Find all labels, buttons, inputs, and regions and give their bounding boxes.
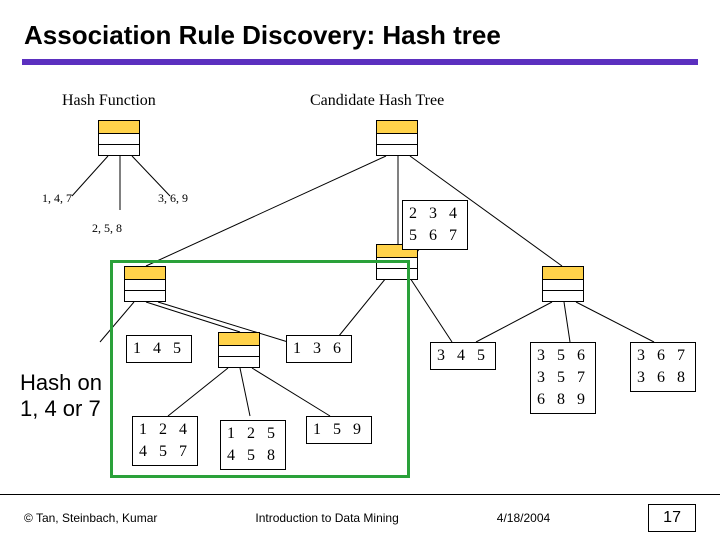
hash-on-label-2: 1, 4 or 7	[20, 396, 101, 422]
edge-label-258: 2, 5, 8	[92, 221, 122, 236]
candidate-tree-label: Candidate Hash Tree	[310, 92, 444, 110]
footer-bar: © Tan, Steinbach, Kumar Introduction to …	[0, 494, 720, 540]
leaf-345: 3 4 5	[430, 342, 496, 370]
title-rule	[22, 59, 698, 65]
leaf-234-567: 2 3 4 5 6 7	[402, 200, 468, 250]
copyright-text: © Tan, Steinbach, Kumar	[24, 511, 157, 525]
diagram-stage: Hash Function Candidate Hash Tree 1, 4, …	[0, 80, 720, 490]
hash-function-node-icon	[98, 120, 140, 156]
hash-function-label: Hash Function	[62, 92, 156, 110]
edge-label-147: 1, 4, 7	[42, 191, 72, 206]
footer-center-text: Introduction to Data Mining	[255, 511, 398, 525]
page-number: 17	[648, 504, 696, 532]
highlight-box	[110, 260, 410, 478]
hash-on-label-1: Hash on	[20, 370, 102, 396]
root-node-icon	[376, 120, 418, 156]
level1-right-node-icon	[542, 266, 584, 302]
leaf-367-368: 3 6 7 3 6 8	[630, 342, 696, 392]
slide-title: Association Rule Discovery: Hash tree	[0, 0, 720, 59]
footer-date: 4/18/2004	[497, 511, 550, 525]
leaf-356-357-689: 3 5 6 3 5 7 6 8 9	[530, 342, 596, 414]
edge-label-369: 3, 6, 9	[158, 191, 188, 206]
